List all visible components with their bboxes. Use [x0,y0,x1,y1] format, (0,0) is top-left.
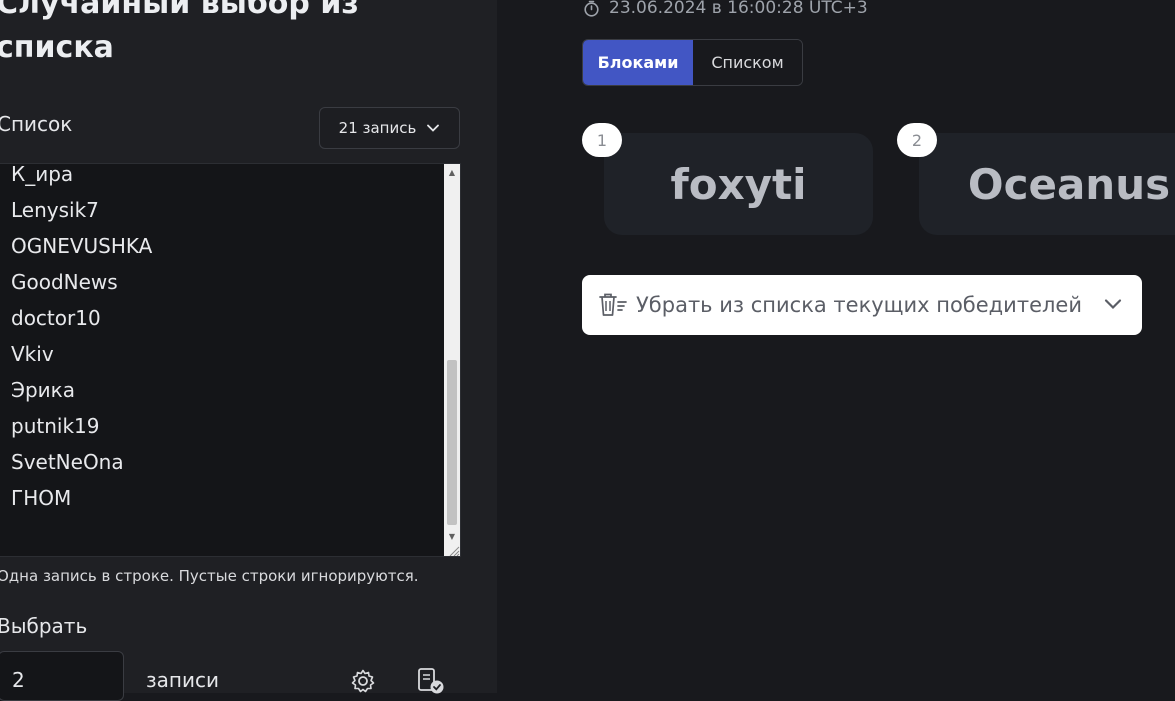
chevron-down-icon [427,124,440,132]
scroll-thumb[interactable] [447,360,457,525]
page-title: Случайный выбор из списка [0,0,359,65]
list-scrollbar[interactable]: ▲ ▼ [444,164,460,544]
list-line: putnik19 [11,414,100,438]
view-list-button[interactable]: Списком [693,40,802,85]
list-line: ГНОМ [11,486,72,510]
view-toggle: Блоками Списком [582,39,803,86]
scroll-up-arrow-icon[interactable]: ▲ [444,164,460,180]
chevron-down-icon [1104,299,1122,310]
list-line: doctor10 [11,306,101,330]
pick-label: Выбрать [0,614,88,638]
list-line: Lenysik7 [11,198,99,222]
list-line: Vkiv [11,342,54,366]
stopwatch-icon [584,0,599,17]
timestamp: 23.06.2024 в 16:00:28 UTC+3 [583,0,868,18]
left-panel: Случайный выбор из списка Список 21 запи… [0,0,497,701]
list-hint: Одна запись в строке. Пустые строки игно… [0,567,419,585]
right-panel: 23.06.2024 в 16:00:28 UTC+3 Блоками Спис… [497,0,1175,693]
record-count-value: 21 запись [338,119,417,137]
list-line: GoodNews [11,270,118,294]
resize-grip-icon[interactable] [444,542,460,556]
checklist-icon[interactable] [417,668,445,694]
timestamp-text: 23.06.2024 в 16:00:28 UTC+3 [609,0,868,18]
remove-winners-label: Убрать из списка текущих победителей [636,293,1082,317]
list-label: Список [0,112,73,136]
winner-badge: 1 [582,123,622,157]
view-blocks-button[interactable]: Блоками [583,40,693,85]
list-lines: К_ира Lenysik7 OGNEVUSHKA GoodNews docto… [11,163,153,516]
list-textarea[interactable]: К_ира Lenysik7 OGNEVUSHKA GoodNews docto… [0,163,461,557]
list-line: OGNEVUSHKA [11,234,153,258]
trash-list-icon [599,293,627,316]
winner-card: Oceanus [919,133,1175,235]
winner-badge: 2 [897,123,937,157]
list-line: Эрика [11,378,75,402]
pick-unit-label: записи [146,668,219,692]
list-line: SvetNeOna [11,450,124,474]
list-line: К_ира [11,163,74,186]
remove-winners-button[interactable]: Убрать из списка текущих победителей [582,275,1142,335]
winner-name: Oceanus [967,159,1171,209]
record-count-dropdown[interactable]: 21 запись [319,107,460,149]
winner-card: foxyti [604,133,873,235]
winner-name: foxyti [670,159,807,209]
settings-icon[interactable] [350,668,376,694]
pick-count-input[interactable]: 2 [0,651,124,701]
